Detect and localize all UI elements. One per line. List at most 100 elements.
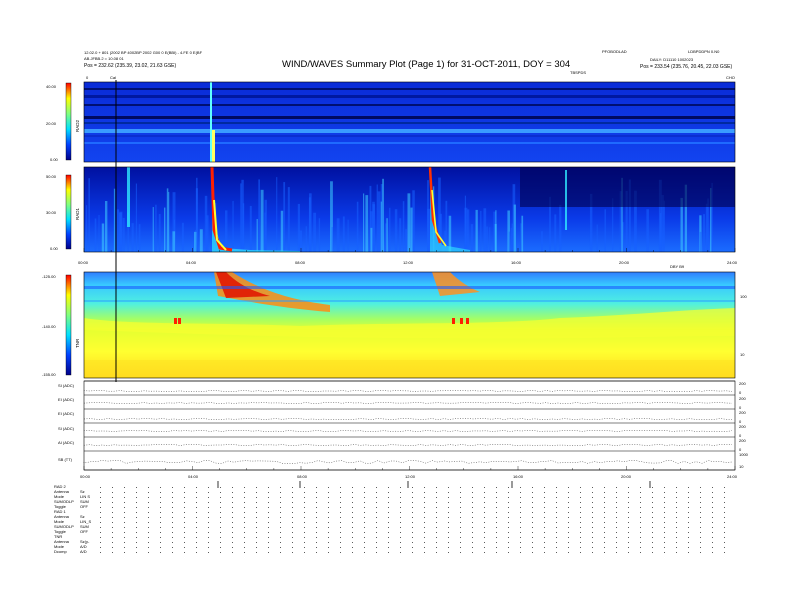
param-dot [484, 532, 485, 533]
param-dot [472, 487, 473, 488]
rad2-band [84, 122, 735, 124]
param-dot [220, 522, 221, 523]
param-dot [124, 522, 125, 523]
param-dot [172, 512, 173, 513]
param-dot [364, 522, 365, 523]
param-dot [364, 502, 365, 503]
rad1-streak [347, 219, 349, 252]
param-dot [388, 517, 389, 518]
param-dot [724, 487, 725, 488]
param-dot [376, 522, 377, 523]
param-dot [388, 532, 389, 533]
param-dot [520, 497, 521, 498]
param-dot [436, 532, 437, 533]
param-dot [664, 522, 665, 523]
param-dot [616, 502, 617, 503]
param-dot [280, 502, 281, 503]
param-dot [232, 502, 233, 503]
param-dot [484, 507, 485, 508]
param-dot [172, 527, 173, 528]
param-dot [580, 532, 581, 533]
param-dot [412, 497, 413, 498]
param-dot [136, 532, 137, 533]
rad1-streak [241, 179, 244, 252]
param-dot [712, 517, 713, 518]
param-dot [160, 552, 161, 553]
hk-label-1: EI (ADC) [58, 397, 74, 402]
param-dot [628, 502, 629, 503]
param-dot [724, 527, 725, 528]
param-dot [652, 497, 653, 498]
param-dot [700, 512, 701, 513]
param-dot [256, 497, 257, 498]
time-label-24: 24:00 [727, 260, 738, 265]
param-dot [352, 547, 353, 548]
param-dot [664, 517, 665, 518]
param-dot [148, 487, 149, 488]
tnr-param-row: Dcomp A/D [54, 549, 87, 554]
param-dot [184, 542, 185, 543]
param-dot [652, 537, 653, 538]
param-dot [316, 512, 317, 513]
param-dot [448, 527, 449, 528]
param-dot [700, 547, 701, 548]
param-dot [268, 537, 269, 538]
param-dot [604, 517, 605, 518]
param-dot [652, 507, 653, 508]
param-dot [724, 542, 725, 543]
param-dot [196, 522, 197, 523]
param-dot [424, 487, 425, 488]
param-dot [568, 532, 569, 533]
param-dot [316, 522, 317, 523]
rad1-streak [318, 218, 321, 252]
param-dot [724, 502, 725, 503]
param-dot [460, 552, 461, 553]
param-dot [688, 527, 689, 528]
param-dot [568, 517, 569, 518]
param-dot [580, 507, 581, 508]
param-dot [628, 542, 629, 543]
param-dot [568, 552, 569, 553]
param-dot [556, 537, 557, 538]
param-dot [616, 547, 617, 548]
param-dot [628, 507, 629, 508]
rad1-streak [405, 229, 408, 252]
param-dot [592, 497, 593, 498]
rad1-streak [283, 182, 286, 252]
param-dot [256, 537, 257, 538]
param-dot [244, 517, 245, 518]
param-dot [292, 547, 293, 548]
rad2-burst [210, 82, 212, 162]
param-dot [532, 522, 533, 523]
param-dot [304, 537, 305, 538]
param-dot [544, 517, 545, 518]
param-dot [184, 502, 185, 503]
param-dot [544, 532, 545, 533]
rad1-streak [659, 213, 662, 252]
param-dot [196, 487, 197, 488]
rad1-streak [342, 216, 345, 252]
param-dot [232, 522, 233, 523]
param-dot [268, 507, 269, 508]
rad1-streak [508, 231, 511, 252]
param-dot [700, 527, 701, 528]
param-dot [292, 502, 293, 503]
param-dot [244, 532, 245, 533]
param-dot [544, 542, 545, 543]
hk-right-3-top: 200 [739, 424, 746, 429]
param-dot [352, 512, 353, 513]
param-dot [544, 527, 545, 528]
param-dot [640, 497, 641, 498]
param-dot [520, 517, 521, 518]
param-dot [340, 537, 341, 538]
param-dot [460, 502, 461, 503]
param-dot [124, 487, 125, 488]
param-dot [112, 507, 113, 508]
param-dot [148, 542, 149, 543]
param-dot [628, 497, 629, 498]
param-dot [436, 522, 437, 523]
param-dot [172, 537, 173, 538]
param-dot [148, 517, 149, 518]
param-dot [304, 532, 305, 533]
param-dot [412, 492, 413, 493]
